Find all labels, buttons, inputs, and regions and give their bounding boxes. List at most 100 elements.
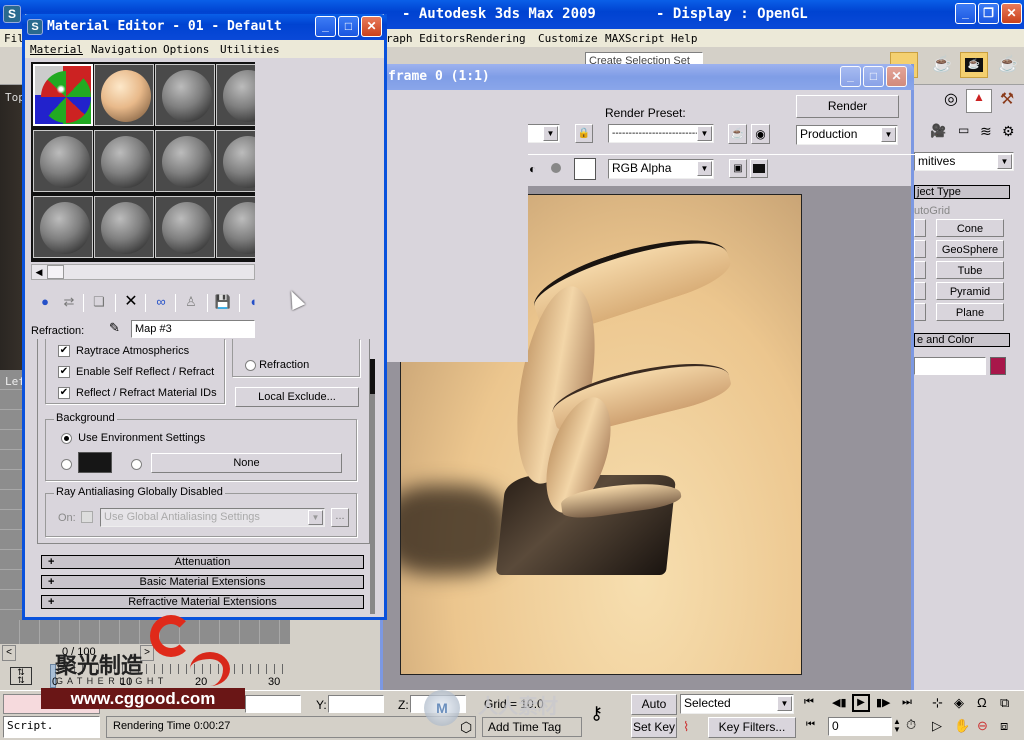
pan-icon[interactable]: ✋ bbox=[954, 718, 970, 734]
menu-graph-editors[interactable]: raph Editors bbox=[386, 32, 465, 45]
time-slider[interactable]: < 0 / 100 > bbox=[0, 644, 290, 662]
rollout-attenuation[interactable]: + Attenuation bbox=[41, 555, 364, 569]
color-radio[interactable] bbox=[61, 458, 72, 470]
render-maximize-button[interactable]: □ bbox=[863, 66, 884, 87]
assign-material-icon[interactable]: ❏ bbox=[89, 292, 109, 312]
object-name-field[interactable] bbox=[914, 357, 986, 375]
viewport-perspective-bg[interactable] bbox=[0, 620, 290, 644]
partial-button-1[interactable] bbox=[914, 219, 926, 237]
toggle-ui-icon[interactable] bbox=[750, 159, 768, 178]
previous-frame-icon[interactable]: ◀▮ bbox=[832, 696, 847, 709]
render-setup-icon[interactable]: ☕ bbox=[728, 124, 747, 144]
material-editor-app-icon[interactable]: S bbox=[27, 19, 43, 35]
systems-icon[interactable]: ⚙ bbox=[1002, 123, 1015, 140]
render-button[interactable]: Render bbox=[796, 95, 899, 118]
clear-icon[interactable] bbox=[551, 163, 561, 173]
production-dropdown[interactable]: Production ▼ bbox=[796, 125, 898, 145]
quick-render-icon[interactable]: ☕ bbox=[996, 53, 1020, 77]
scroll-thumb[interactable] bbox=[47, 265, 64, 279]
object-color-swatch[interactable] bbox=[990, 357, 1006, 375]
main-close-button[interactable]: ✕ bbox=[1001, 3, 1022, 24]
name-color-header[interactable]: e and Color bbox=[914, 333, 1010, 347]
get-material-icon[interactable]: ● bbox=[35, 292, 55, 312]
copy-material-icon[interactable]: ∞ bbox=[151, 292, 171, 312]
raytrace-atmospherics-checkbox[interactable]: ✔ Raytrace Atmospherics bbox=[58, 345, 189, 358]
me-minimize-button[interactable]: _ bbox=[315, 16, 336, 37]
app-icon[interactable]: S bbox=[3, 5, 21, 23]
environment-effects-icon[interactable]: ◉ bbox=[751, 124, 770, 144]
sample-slot-12[interactable] bbox=[216, 196, 255, 258]
time-config-icon[interactable]: ⏱ bbox=[906, 717, 916, 733]
menu-help[interactable]: Help bbox=[671, 32, 698, 45]
space-warps-icon[interactable]: ≋ bbox=[980, 123, 992, 140]
add-time-tag[interactable]: Add Time Tag bbox=[482, 717, 582, 737]
me-menu-navigation[interactable]: Navigation bbox=[91, 43, 157, 56]
sample-slot-10[interactable] bbox=[94, 196, 154, 258]
sample-slot-1[interactable] bbox=[33, 64, 93, 126]
menu-file[interactable]: Fil bbox=[4, 32, 24, 45]
plane-button[interactable]: Plane bbox=[936, 303, 1004, 321]
render-close-button[interactable]: ✕ bbox=[886, 66, 907, 87]
helpers-icon[interactable]: ▭ bbox=[958, 123, 969, 137]
me-menu-material[interactable]: Material bbox=[30, 43, 83, 56]
swatch[interactable] bbox=[574, 158, 596, 180]
menu-maxscript[interactable]: MAXScript bbox=[605, 32, 665, 45]
tab-motion-icon[interactable]: ◎ bbox=[938, 89, 964, 113]
me-close-button[interactable]: ✕ bbox=[361, 16, 382, 37]
refraction-radio[interactable]: Refraction bbox=[245, 359, 309, 371]
reflect-refract-ids-checkbox[interactable]: ✔ Reflect / Refract Material IDs bbox=[58, 387, 217, 400]
orbit-icon[interactable]: Ω bbox=[977, 695, 987, 710]
key-tangent-icon[interactable]: ⌇ bbox=[683, 719, 689, 735]
sample-slot-4[interactable] bbox=[216, 64, 255, 126]
set-key-button[interactable]: Set Key bbox=[631, 717, 677, 738]
antialiasing-on-checkbox[interactable] bbox=[81, 511, 93, 523]
object-type-header[interactable]: ject Type bbox=[914, 185, 1010, 199]
toggle-ui-overlay-icon[interactable]: ▣ bbox=[729, 159, 747, 178]
lock-button[interactable]: 🔒 bbox=[575, 124, 593, 143]
enable-self-reflect-checkbox[interactable]: ✔ Enable Self Reflect / Refract bbox=[58, 366, 214, 379]
antialiasing-more-button[interactable]: ... bbox=[331, 508, 349, 527]
maximize-viewport-icon[interactable]: ⧈ bbox=[1000, 718, 1008, 734]
current-frame-field[interactable]: 0 bbox=[828, 717, 892, 736]
antialiasing-dropdown[interactable]: Use Global Antialiasing Settings ▼ bbox=[100, 508, 325, 527]
material-id-icon[interactable]: ◖ bbox=[243, 292, 263, 312]
area-dropdown[interactable]: ▼ bbox=[523, 124, 560, 143]
tab-utilities-icon[interactable]: ⚒ bbox=[994, 89, 1020, 113]
go-to-start-icon[interactable]: ⏮ bbox=[804, 696, 814, 709]
put-to-scene-icon[interactable]: ⇄ bbox=[59, 292, 79, 312]
time-slider-prev[interactable]: < bbox=[2, 645, 16, 661]
arc-rotate-icon[interactable]: ⊖ bbox=[977, 718, 988, 734]
put-to-library-icon[interactable]: 💾 bbox=[213, 292, 233, 312]
sample-slot-6[interactable] bbox=[94, 130, 154, 192]
play-icon[interactable]: ▶ bbox=[852, 694, 870, 712]
main-restore-button[interactable]: ❐ bbox=[978, 3, 999, 24]
make-unique-icon[interactable]: ♙ bbox=[181, 292, 201, 312]
map-name-field[interactable]: Map #3 bbox=[131, 320, 255, 338]
map-radio[interactable] bbox=[131, 458, 142, 470]
zoom-all-icon[interactable]: ◈ bbox=[954, 695, 964, 711]
sample-slot-5[interactable] bbox=[33, 130, 93, 192]
key-filters-button[interactable]: Key Filters... bbox=[708, 717, 796, 738]
scroll-left-icon[interactable]: ◀ bbox=[32, 265, 46, 279]
partial-button-3[interactable] bbox=[914, 261, 926, 279]
cameras-icon[interactable]: 🎥 bbox=[930, 123, 946, 139]
local-exclude-button[interactable]: Local Exclude... bbox=[235, 387, 359, 407]
time-tag-icon[interactable]: ⬡ bbox=[460, 719, 472, 736]
slots-scrollbar[interactable]: ◀ bbox=[31, 264, 255, 280]
key-mode-toggle-icon[interactable]: ⏮ bbox=[806, 719, 815, 730]
sample-slot-9[interactable] bbox=[33, 196, 93, 258]
sample-slot-8[interactable] bbox=[216, 130, 255, 192]
x-coordinate-field[interactable] bbox=[245, 695, 301, 713]
maxscript-mini-listener[interactable]: Script. bbox=[3, 716, 100, 738]
zoom-extents-icon[interactable]: ⧉ bbox=[1000, 695, 1009, 711]
tube-button[interactable]: Tube bbox=[936, 261, 1004, 279]
me-menu-utilities[interactable]: Utilities bbox=[220, 43, 280, 56]
me-maximize-button[interactable]: □ bbox=[338, 16, 359, 37]
rollout-basic-extensions[interactable]: + Basic Material Extensions bbox=[41, 575, 364, 589]
sample-slot-11[interactable] bbox=[155, 196, 215, 258]
partial-button-4[interactable] bbox=[914, 282, 926, 300]
sample-slot-3[interactable] bbox=[155, 64, 215, 126]
field-of-view-icon[interactable]: ▷ bbox=[932, 718, 942, 734]
menu-rendering[interactable]: Rendering bbox=[466, 32, 526, 45]
eyedropper-icon[interactable]: ✎ bbox=[109, 320, 120, 336]
